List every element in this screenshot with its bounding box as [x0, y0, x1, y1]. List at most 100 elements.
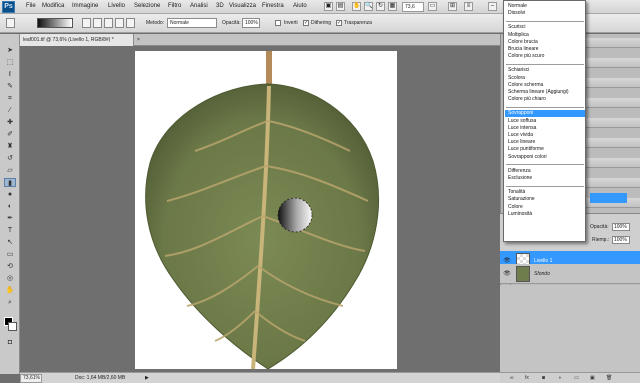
- menu-file[interactable]: File: [26, 3, 36, 9]
- document-tab[interactable]: leaf001.tif @ 73,6% (Livello 1, RGB/8#) …: [20, 34, 134, 46]
- blur-tool-icon[interactable]: ●: [4, 190, 16, 199]
- adjustment-layer-icon[interactable]: ◑: [558, 375, 561, 381]
- canvas-area[interactable]: [20, 46, 500, 372]
- menu-3d[interactable]: 3D: [216, 3, 224, 9]
- close-icon[interactable]: ×: [137, 34, 140, 46]
- menu-analisi[interactable]: Analisi: [190, 3, 208, 9]
- blend-mode-item[interactable]: Colore scherma: [505, 82, 585, 89]
- menu-visualizza[interactable]: Visualizza: [229, 3, 256, 9]
- blend-mode-item[interactable]: Luce intensa: [505, 125, 585, 132]
- eye-icon[interactable]: 👁: [503, 270, 511, 278]
- blend-mode-item[interactable]: Scolora: [505, 75, 585, 82]
- type-tool-icon[interactable]: T: [4, 226, 16, 235]
- blend-mode-item[interactable]: Colore più chiaro: [505, 96, 585, 103]
- 3d-rotate-tool-icon[interactable]: ⟲: [4, 262, 16, 271]
- layers-opacity-input[interactable]: 100%: [612, 223, 630, 231]
- healing-tool-icon[interactable]: ✚: [4, 118, 16, 127]
- gradient-tool-icon[interactable]: ▮: [4, 178, 16, 187]
- brush-tool-icon[interactable]: ✐: [4, 130, 16, 139]
- eyedropper-tool-icon[interactable]: ⁄: [4, 106, 16, 115]
- blend-mode-item[interactable]: Saturazione: [505, 196, 585, 203]
- radial-gradient-icon[interactable]: [93, 18, 102, 28]
- zoom-tool-icon[interactable]: ⌕: [4, 298, 16, 307]
- trasparenza-checkbox[interactable]: ✓: [336, 20, 342, 26]
- blend-mode-item[interactable]: Scurisci: [505, 24, 585, 31]
- layer-row[interactable]: 👁 Sfondo: [500, 264, 640, 284]
- reflected-gradient-icon[interactable]: [115, 18, 124, 28]
- menu-finestra[interactable]: Finestra: [262, 3, 284, 9]
- panel-selected-row[interactable]: [590, 193, 627, 203]
- zoom-view-icon[interactable]: 🔍: [364, 2, 373, 11]
- blend-mode-item[interactable]: Luce puntiforme: [505, 146, 585, 153]
- gradient-tool-preset-icon[interactable]: [6, 18, 15, 28]
- path-select-tool-icon[interactable]: ↖: [4, 238, 16, 247]
- trash-icon[interactable]: 🗑: [606, 375, 612, 381]
- eraser-tool-icon[interactable]: ▱: [4, 166, 16, 175]
- menu-modifica[interactable]: Modifica: [42, 3, 64, 9]
- blend-mode-item[interactable]: Moltiplica: [505, 32, 585, 39]
- blend-mode-item[interactable]: Luce lineare: [505, 139, 585, 146]
- group-icon[interactable]: ▭: [574, 375, 579, 381]
- blend-mode-item[interactable]: Scherma lineare (Aggiungi): [505, 89, 585, 96]
- minimize-icon[interactable]: –: [488, 2, 497, 11]
- grid-icon[interactable]: ⊞: [448, 2, 457, 11]
- blend-mode-item[interactable]: Esclusione: [505, 175, 585, 182]
- hand-tool-icon[interactable]: ✋: [4, 286, 16, 295]
- move-tool-icon[interactable]: ➤: [4, 46, 16, 55]
- history-brush-tool-icon[interactable]: ↺: [4, 154, 16, 163]
- blend-mode-item[interactable]: Differenza: [505, 168, 585, 175]
- blend-mode-item[interactable]: Sovrapponi: [505, 110, 585, 118]
- zoom-field[interactable]: 73,6: [402, 2, 424, 12]
- blend-mode-item[interactable]: Schiarisci: [505, 67, 585, 74]
- blend-mode-item[interactable]: Sovrapponi colori: [505, 154, 585, 161]
- menu-aiuto[interactable]: Aiuto: [293, 3, 307, 9]
- quick-mask-icon[interactable]: ◘: [4, 338, 16, 347]
- new-layer-icon[interactable]: ▣: [590, 375, 595, 381]
- menu-immagine[interactable]: Immagine: [72, 3, 98, 9]
- menu-livello[interactable]: Livello: [108, 3, 125, 9]
- blend-mode-item[interactable]: Normale: [505, 3, 585, 10]
- marquee-tool-icon[interactable]: ⬚: [4, 58, 16, 67]
- crop-tool-icon[interactable]: ⌗: [4, 94, 16, 103]
- blend-mode-item[interactable]: Tonalità: [505, 189, 585, 196]
- essentials-icon[interactable]: ≡: [464, 2, 473, 11]
- rotate-view-icon[interactable]: ↻: [376, 2, 385, 11]
- diamond-gradient-icon[interactable]: [126, 18, 135, 28]
- gradient-preview[interactable]: [37, 18, 73, 28]
- background-color-swatch[interactable]: [8, 322, 17, 331]
- layers-fill-input[interactable]: 100%: [612, 236, 630, 244]
- blend-mode-item[interactable]: Colore brucia: [505, 39, 585, 46]
- blend-mode-item[interactable]: Brucia lineare: [505, 46, 585, 53]
- shape-tool-icon[interactable]: ▭: [4, 250, 16, 259]
- blend-mode-item[interactable]: Colore: [505, 204, 585, 211]
- arrange-icon[interactable]: ▦: [388, 2, 397, 11]
- blend-mode-item[interactable]: Dissolvi: [505, 10, 585, 17]
- linear-gradient-icon[interactable]: [82, 18, 91, 28]
- layer-style-icon[interactable]: fx: [525, 375, 529, 381]
- clone-stamp-tool-icon[interactable]: ♜: [4, 142, 16, 151]
- angle-gradient-icon[interactable]: [104, 18, 113, 28]
- layer-mask-icon[interactable]: ◙: [542, 375, 545, 381]
- blend-mode-item[interactable]: Luce vivida: [505, 132, 585, 139]
- blend-mode-item[interactable]: Colore più scuro: [505, 53, 585, 60]
- screen-mode-icon[interactable]: ▭: [428, 2, 437, 11]
- blend-mode-item[interactable]: Luminosità: [505, 211, 585, 218]
- status-arrow-icon[interactable]: ▶: [145, 375, 149, 381]
- dodge-tool-icon[interactable]: ◐: [4, 202, 16, 211]
- pen-tool-icon[interactable]: ✒: [4, 214, 16, 223]
- quick-select-tool-icon[interactable]: ✎: [4, 82, 16, 91]
- hand-view-icon[interactable]: ✋: [352, 2, 361, 11]
- 3d-orbit-tool-icon[interactable]: ◎: [4, 274, 16, 283]
- opacity-input[interactable]: 100%: [242, 18, 260, 28]
- mode-select[interactable]: Normale: [167, 18, 217, 28]
- blend-mode-item[interactable]: Luce soffusa: [505, 118, 585, 125]
- bridge-icon[interactable]: ▣: [324, 2, 333, 11]
- menu-filtro[interactable]: Filtro: [168, 3, 181, 9]
- document-canvas[interactable]: [135, 51, 397, 369]
- link-layers-icon[interactable]: ∞: [510, 375, 514, 381]
- status-zoom[interactable]: 73,61%: [20, 374, 42, 383]
- dithering-checkbox[interactable]: ✓: [303, 20, 309, 26]
- inverti-checkbox[interactable]: [275, 20, 281, 26]
- minibridge-icon[interactable]: ▤: [336, 2, 345, 11]
- lasso-tool-icon[interactable]: ℓ: [4, 70, 16, 79]
